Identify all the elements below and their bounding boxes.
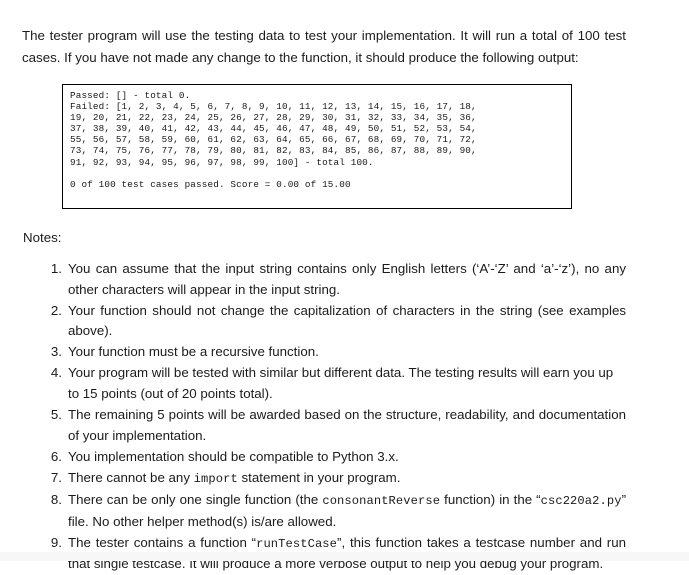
intro-paragraph: The tester program will use the testing …: [22, 28, 626, 65]
page-bottom-strip: [0, 552, 689, 561]
note-text-after: statement in your program.: [237, 469, 401, 485]
note-item-4: 4. Your program will be tested with simi…: [44, 363, 626, 404]
note-text: There cannot be any import statement in …: [68, 468, 626, 490]
note-item-6: 6. You implementation should be compatib…: [44, 447, 626, 468]
note-item-5: 5. The remaining 5 points will be awarde…: [44, 405, 626, 446]
inline-code-filename: csc220a2.py: [540, 494, 622, 509]
inline-code-runtestcase: runTestCase: [256, 536, 338, 551]
notes-list: 1. You can assume that the input string …: [44, 259, 626, 575]
note-number: 2.: [50, 302, 62, 318]
note-text: There can be only one single function (t…: [68, 490, 626, 532]
note-text-mid: function) in the “: [440, 492, 541, 508]
inline-code-consonantreverse: consonantReverse: [322, 494, 441, 509]
note-item-7: 7. There cannot be any import statement …: [44, 468, 626, 490]
note-text-before: There can be only one single function (t…: [68, 492, 323, 508]
note-number: 5.: [50, 407, 62, 423]
note-item-3: 3. Your function must be a recursive fun…: [44, 342, 626, 363]
note-text: Your function must be a recursive functi…: [68, 344, 319, 360]
document-page: The tester program will use the testing …: [0, 0, 689, 571]
note-number: 9.: [50, 534, 62, 550]
note-text: The remaining 5 points will be awarded b…: [68, 407, 626, 443]
note-number: 7.: [50, 469, 62, 485]
note-number: 1.: [50, 261, 62, 276]
notes-heading: Notes:: [23, 230, 62, 245]
note-text: You implementation should be compatible …: [68, 448, 399, 464]
console-output-text: Passed: [] - total 0. Failed: [1, 2, 3, …: [70, 90, 477, 190]
note-text-before: There cannot be any: [68, 469, 194, 485]
note-number: 8.: [50, 492, 62, 508]
note-text: Your program will be tested with similar…: [68, 365, 614, 402]
note-item-1: 1. You can assume that the input string …: [44, 259, 626, 300]
inline-code-import: import: [193, 471, 238, 486]
note-text: You can assume that the input string con…: [68, 261, 626, 297]
note-text-before: The tester contains a function “: [68, 534, 257, 550]
note-item-2: 2. Your function should not change the c…: [44, 301, 626, 342]
note-text: Your function should not change the capi…: [68, 302, 626, 339]
note-number: 4.: [50, 365, 62, 381]
console-output-box: Passed: [] - total 0. Failed: [1, 2, 3, …: [62, 84, 572, 209]
note-number: 6.: [50, 448, 62, 464]
note-number: 3.: [50, 344, 62, 360]
note-item-8: 8. There can be only one single function…: [44, 490, 626, 532]
